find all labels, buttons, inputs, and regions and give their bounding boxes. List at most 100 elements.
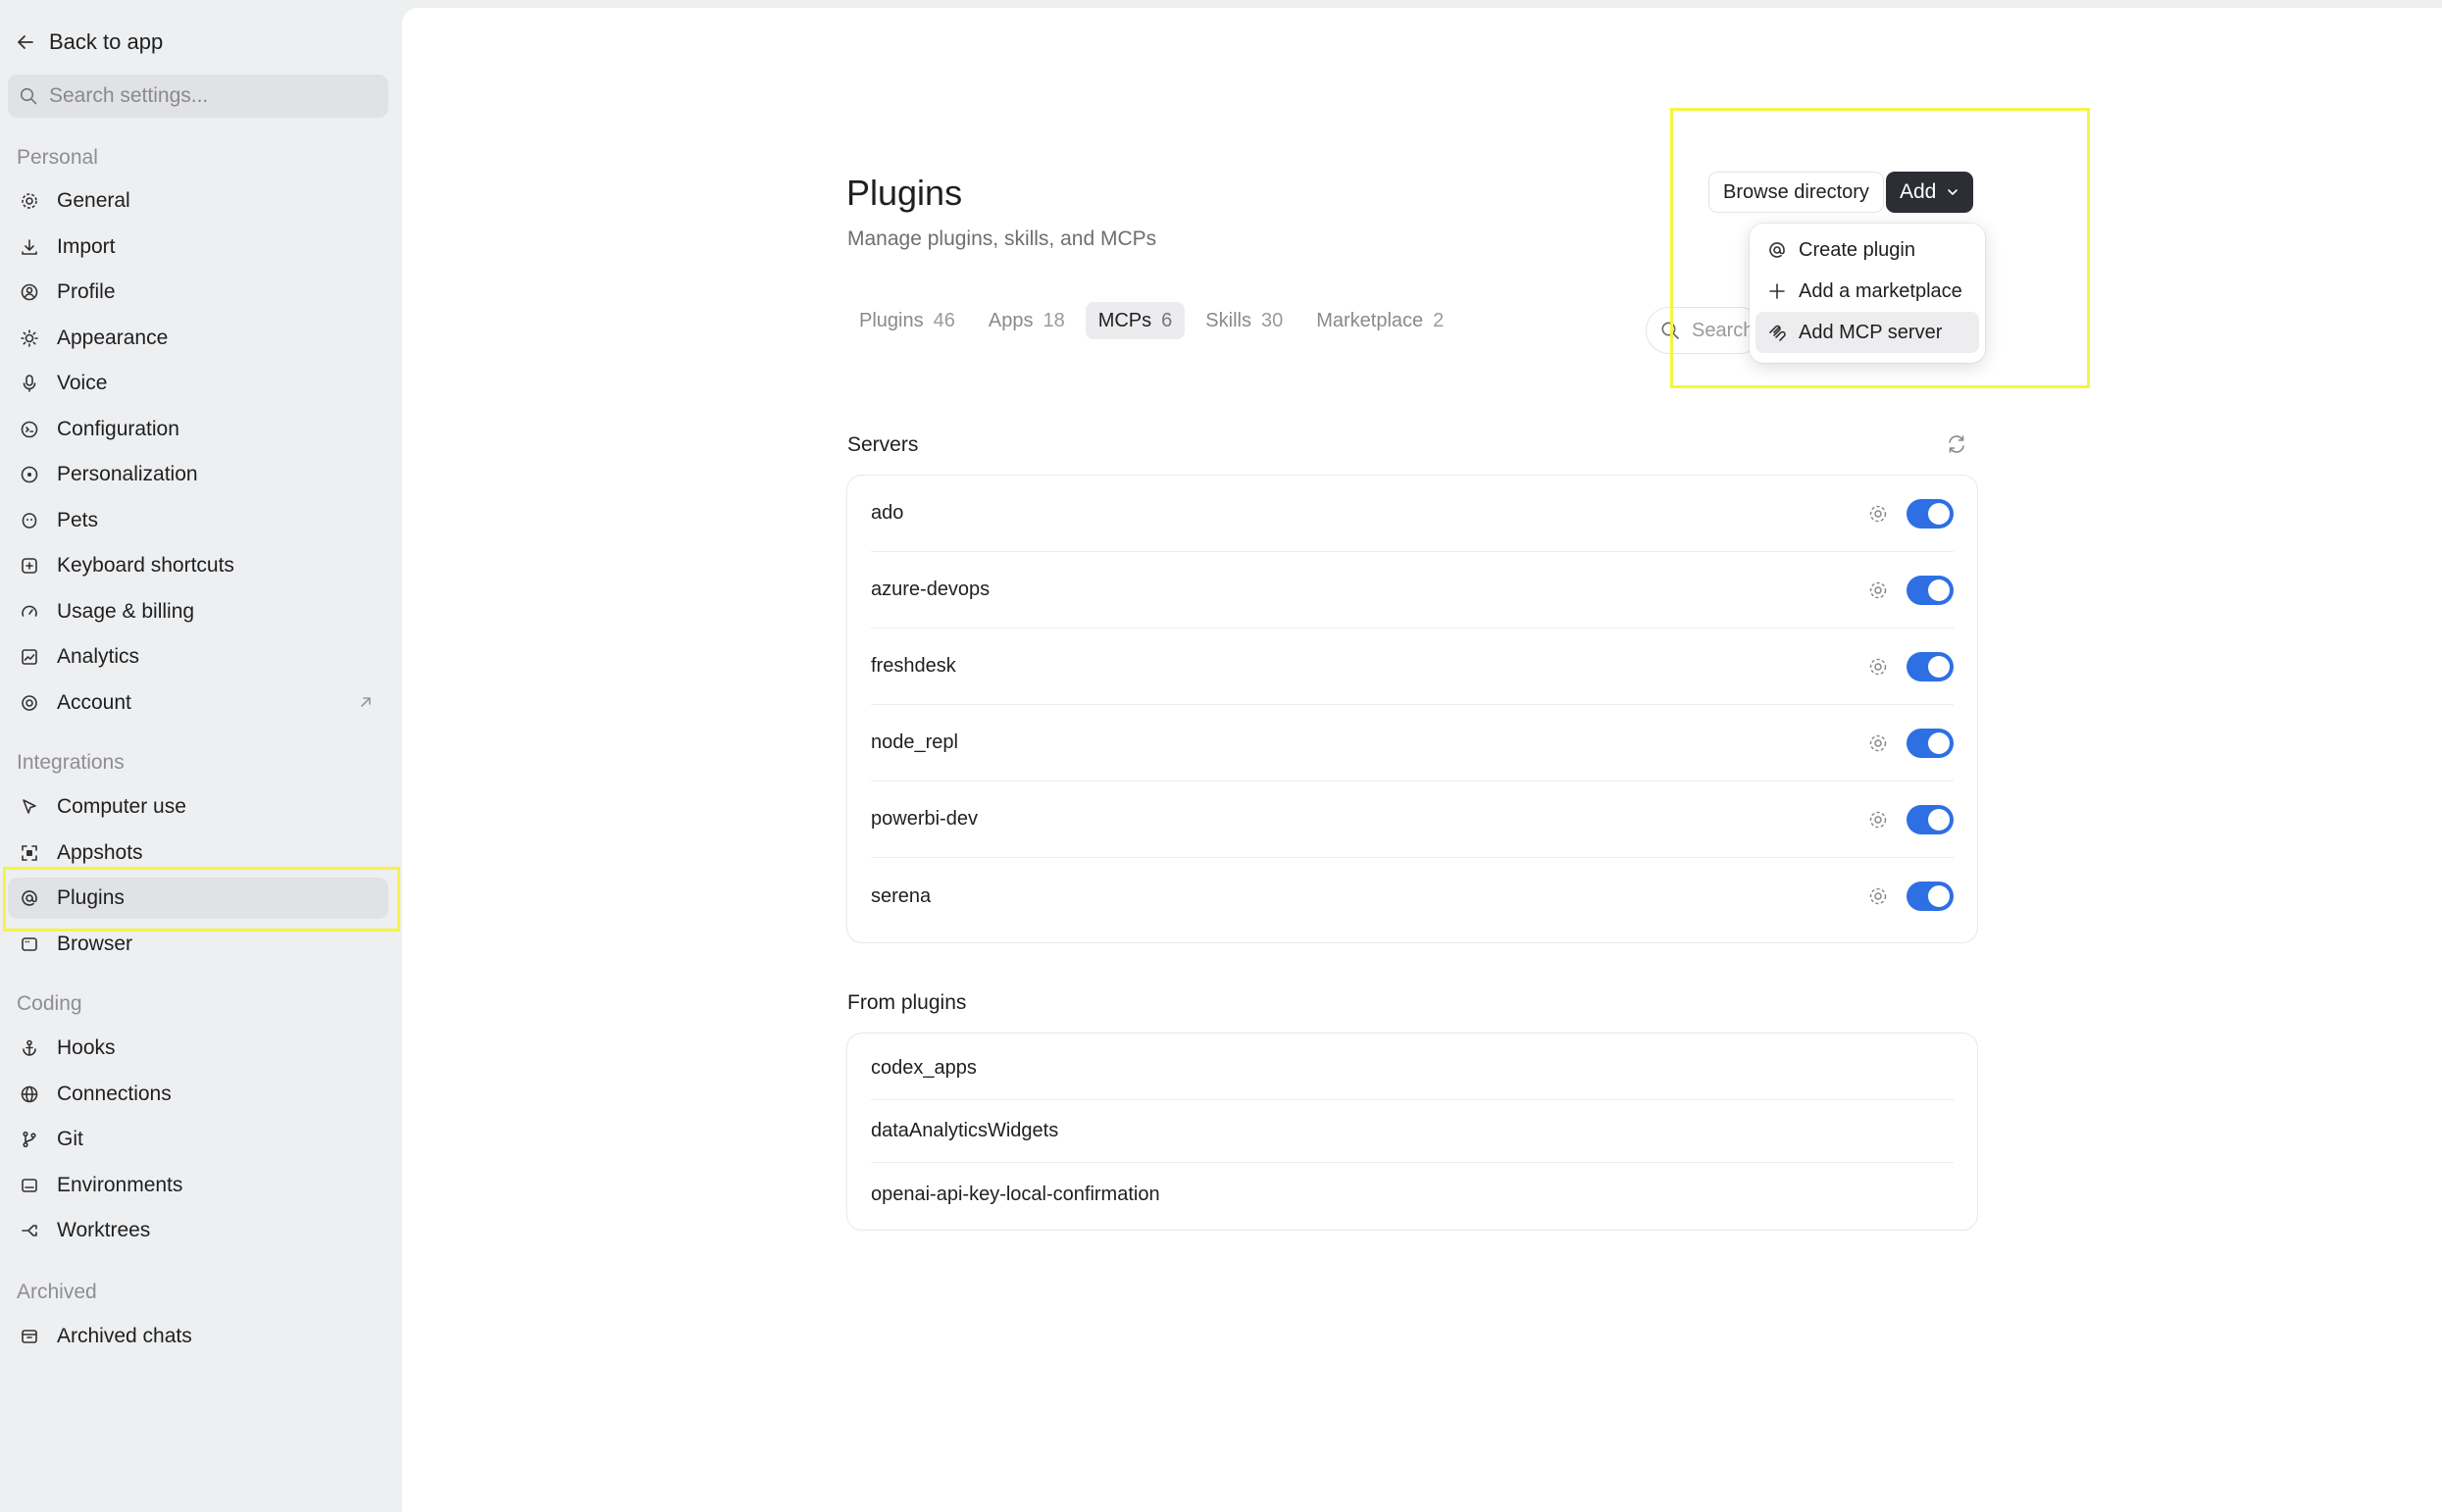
servers-list: ado azure-devops freshdesk node_repl pow… <box>846 475 1978 943</box>
sidebar-item-profile[interactable]: Profile <box>8 272 388 313</box>
section-archived: Archived <box>17 1281 97 1303</box>
sidebar-item-connections[interactable]: Connections <box>8 1074 388 1115</box>
server-row: freshdesk <box>871 629 1954 705</box>
server-row: azure-devops <box>871 552 1954 629</box>
tab-skills[interactable]: Skills 30 <box>1193 302 1296 339</box>
tab-count: 2 <box>1433 309 1445 331</box>
screenshot-icon <box>20 843 39 863</box>
settings-sidebar: Back to app Search settings... Personal … <box>0 0 402 1512</box>
gauge-icon <box>20 602 39 622</box>
arrow-left-icon <box>16 32 35 52</box>
sidebar-item-label: Appshots <box>57 841 143 864</box>
server-toggle[interactable] <box>1907 729 1954 758</box>
gear-icon[interactable] <box>1867 656 1889 678</box>
tab-label: MCPs <box>1097 309 1152 331</box>
menu-item-add-marketplace[interactable]: Add a marketplace <box>1755 271 1979 312</box>
tab-label: Apps <box>988 309 1034 331</box>
page-title: Plugins <box>846 173 963 213</box>
tab-marketplace[interactable]: Marketplace 2 <box>1303 302 1456 339</box>
gear-icon[interactable] <box>1867 732 1889 754</box>
plus-icon <box>1767 281 1787 301</box>
sidebar-item-personalization[interactable]: Personalization <box>8 454 388 495</box>
tab-plugins[interactable]: Plugins 46 <box>846 302 968 339</box>
server-toggle[interactable] <box>1907 805 1954 834</box>
cursor-icon <box>20 797 39 817</box>
user-circle-icon <box>20 282 39 302</box>
tab-apps[interactable]: Apps 18 <box>976 302 1078 339</box>
openai-logo-icon <box>20 693 39 713</box>
plugin-search-input[interactable]: Search <box>1646 307 1763 354</box>
server-toggle[interactable] <box>1907 576 1954 605</box>
server-toggle[interactable] <box>1907 652 1954 681</box>
list-item: dataAnalyticsWidgets <box>871 1100 1954 1163</box>
sidebar-item-voice[interactable]: Voice <box>8 363 388 404</box>
gear-icon[interactable] <box>1867 580 1889 601</box>
server-toggle[interactable] <box>1907 882 1954 911</box>
tab-mcps[interactable]: MCPs 6 <box>1085 302 1186 339</box>
sidebar-item-general[interactable]: General <box>8 180 388 222</box>
sidebar-item-import[interactable]: Import <box>8 227 388 268</box>
gear-icon[interactable] <box>1867 885 1889 907</box>
external-link-icon <box>357 693 375 711</box>
sidebar-item-hooks[interactable]: Hooks <box>8 1028 388 1069</box>
globe-icon <box>20 1084 39 1104</box>
add-button-label: Add <box>1900 180 1937 203</box>
sidebar-item-appshots[interactable]: Appshots <box>8 832 388 874</box>
sidebar-item-keyboard-shortcuts[interactable]: Keyboard shortcuts <box>8 545 388 586</box>
menu-item-create-plugin[interactable]: Create plugin <box>1755 229 1979 271</box>
gear-icon[interactable] <box>1867 503 1889 525</box>
gear-icon[interactable] <box>1867 809 1889 831</box>
tab-count: 46 <box>933 309 955 331</box>
section-personal: Personal <box>17 146 98 169</box>
page-subtitle: Manage plugins, skills, and MCPs <box>847 227 1157 250</box>
sidebar-item-configuration[interactable]: Configuration <box>8 409 388 450</box>
personalization-icon <box>20 465 39 484</box>
sidebar-item-label: Worktrees <box>57 1219 151 1241</box>
sun-icon <box>20 328 39 348</box>
sidebar-item-browser[interactable]: Browser <box>8 924 388 965</box>
settings-search-input[interactable]: Search settings... <box>8 75 388 118</box>
back-to-app-link[interactable]: Back to app <box>16 25 163 59</box>
menu-item-add-mcp-server[interactable]: Add MCP server <box>1755 312 1979 353</box>
sidebar-item-label: Account <box>57 691 131 714</box>
sidebar-item-pets[interactable]: Pets <box>8 500 388 541</box>
list-item: codex_apps <box>871 1037 1954 1100</box>
servers-section-title: Servers <box>847 433 919 456</box>
from-plugins-section-title: From plugins <box>847 991 967 1014</box>
sidebar-item-label: Hooks <box>57 1036 116 1059</box>
sidebar-item-computer-use[interactable]: Computer use <box>8 786 388 828</box>
sidebar-item-usage-billing[interactable]: Usage & billing <box>8 591 388 632</box>
browse-directory-button[interactable]: Browse directory <box>1708 172 1884 213</box>
server-row: node_repl <box>871 705 1954 781</box>
sidebar-item-label: Import <box>57 235 116 258</box>
browser-window-icon <box>20 934 39 954</box>
server-toggle[interactable] <box>1907 499 1954 529</box>
tab-label: Marketplace <box>1316 309 1424 331</box>
sidebar-item-plugins[interactable]: Plugins <box>8 878 388 919</box>
plugin-search-placeholder: Search <box>1692 319 1755 341</box>
tab-label: Skills <box>1205 309 1251 331</box>
at-sign-icon <box>20 888 39 908</box>
sidebar-item-git[interactable]: Git <box>8 1119 388 1160</box>
tab-label: Plugins <box>859 309 924 331</box>
sidebar-item-label: Plugins <box>57 886 125 909</box>
git-branch-icon <box>20 1130 39 1149</box>
add-dropdown-menu: Create plugin Add a marketplace Add MCP … <box>1750 224 1985 363</box>
sidebar-item-appearance[interactable]: Appearance <box>8 318 388 359</box>
refresh-icon[interactable] <box>1946 433 1967 455</box>
sidebar-item-worktrees[interactable]: Worktrees <box>8 1210 388 1251</box>
server-name: azure-devops <box>871 579 991 600</box>
pet-icon <box>20 511 39 530</box>
sidebar-item-environments[interactable]: Environments <box>8 1165 388 1206</box>
gear-icon <box>20 191 39 211</box>
sidebar-item-analytics[interactable]: Analytics <box>8 636 388 678</box>
add-button[interactable]: Add <box>1886 172 1974 213</box>
at-sign-icon <box>1767 240 1787 260</box>
config-icon <box>20 420 39 439</box>
mcp-icon <box>1767 323 1787 342</box>
sidebar-item-archived-chats[interactable]: Archived chats <box>8 1316 388 1357</box>
download-icon <box>20 237 39 257</box>
sidebar-item-label: Environments <box>57 1174 183 1196</box>
menu-item-label: Add MCP server <box>1799 321 1943 343</box>
sidebar-item-account[interactable]: Account <box>8 682 388 724</box>
